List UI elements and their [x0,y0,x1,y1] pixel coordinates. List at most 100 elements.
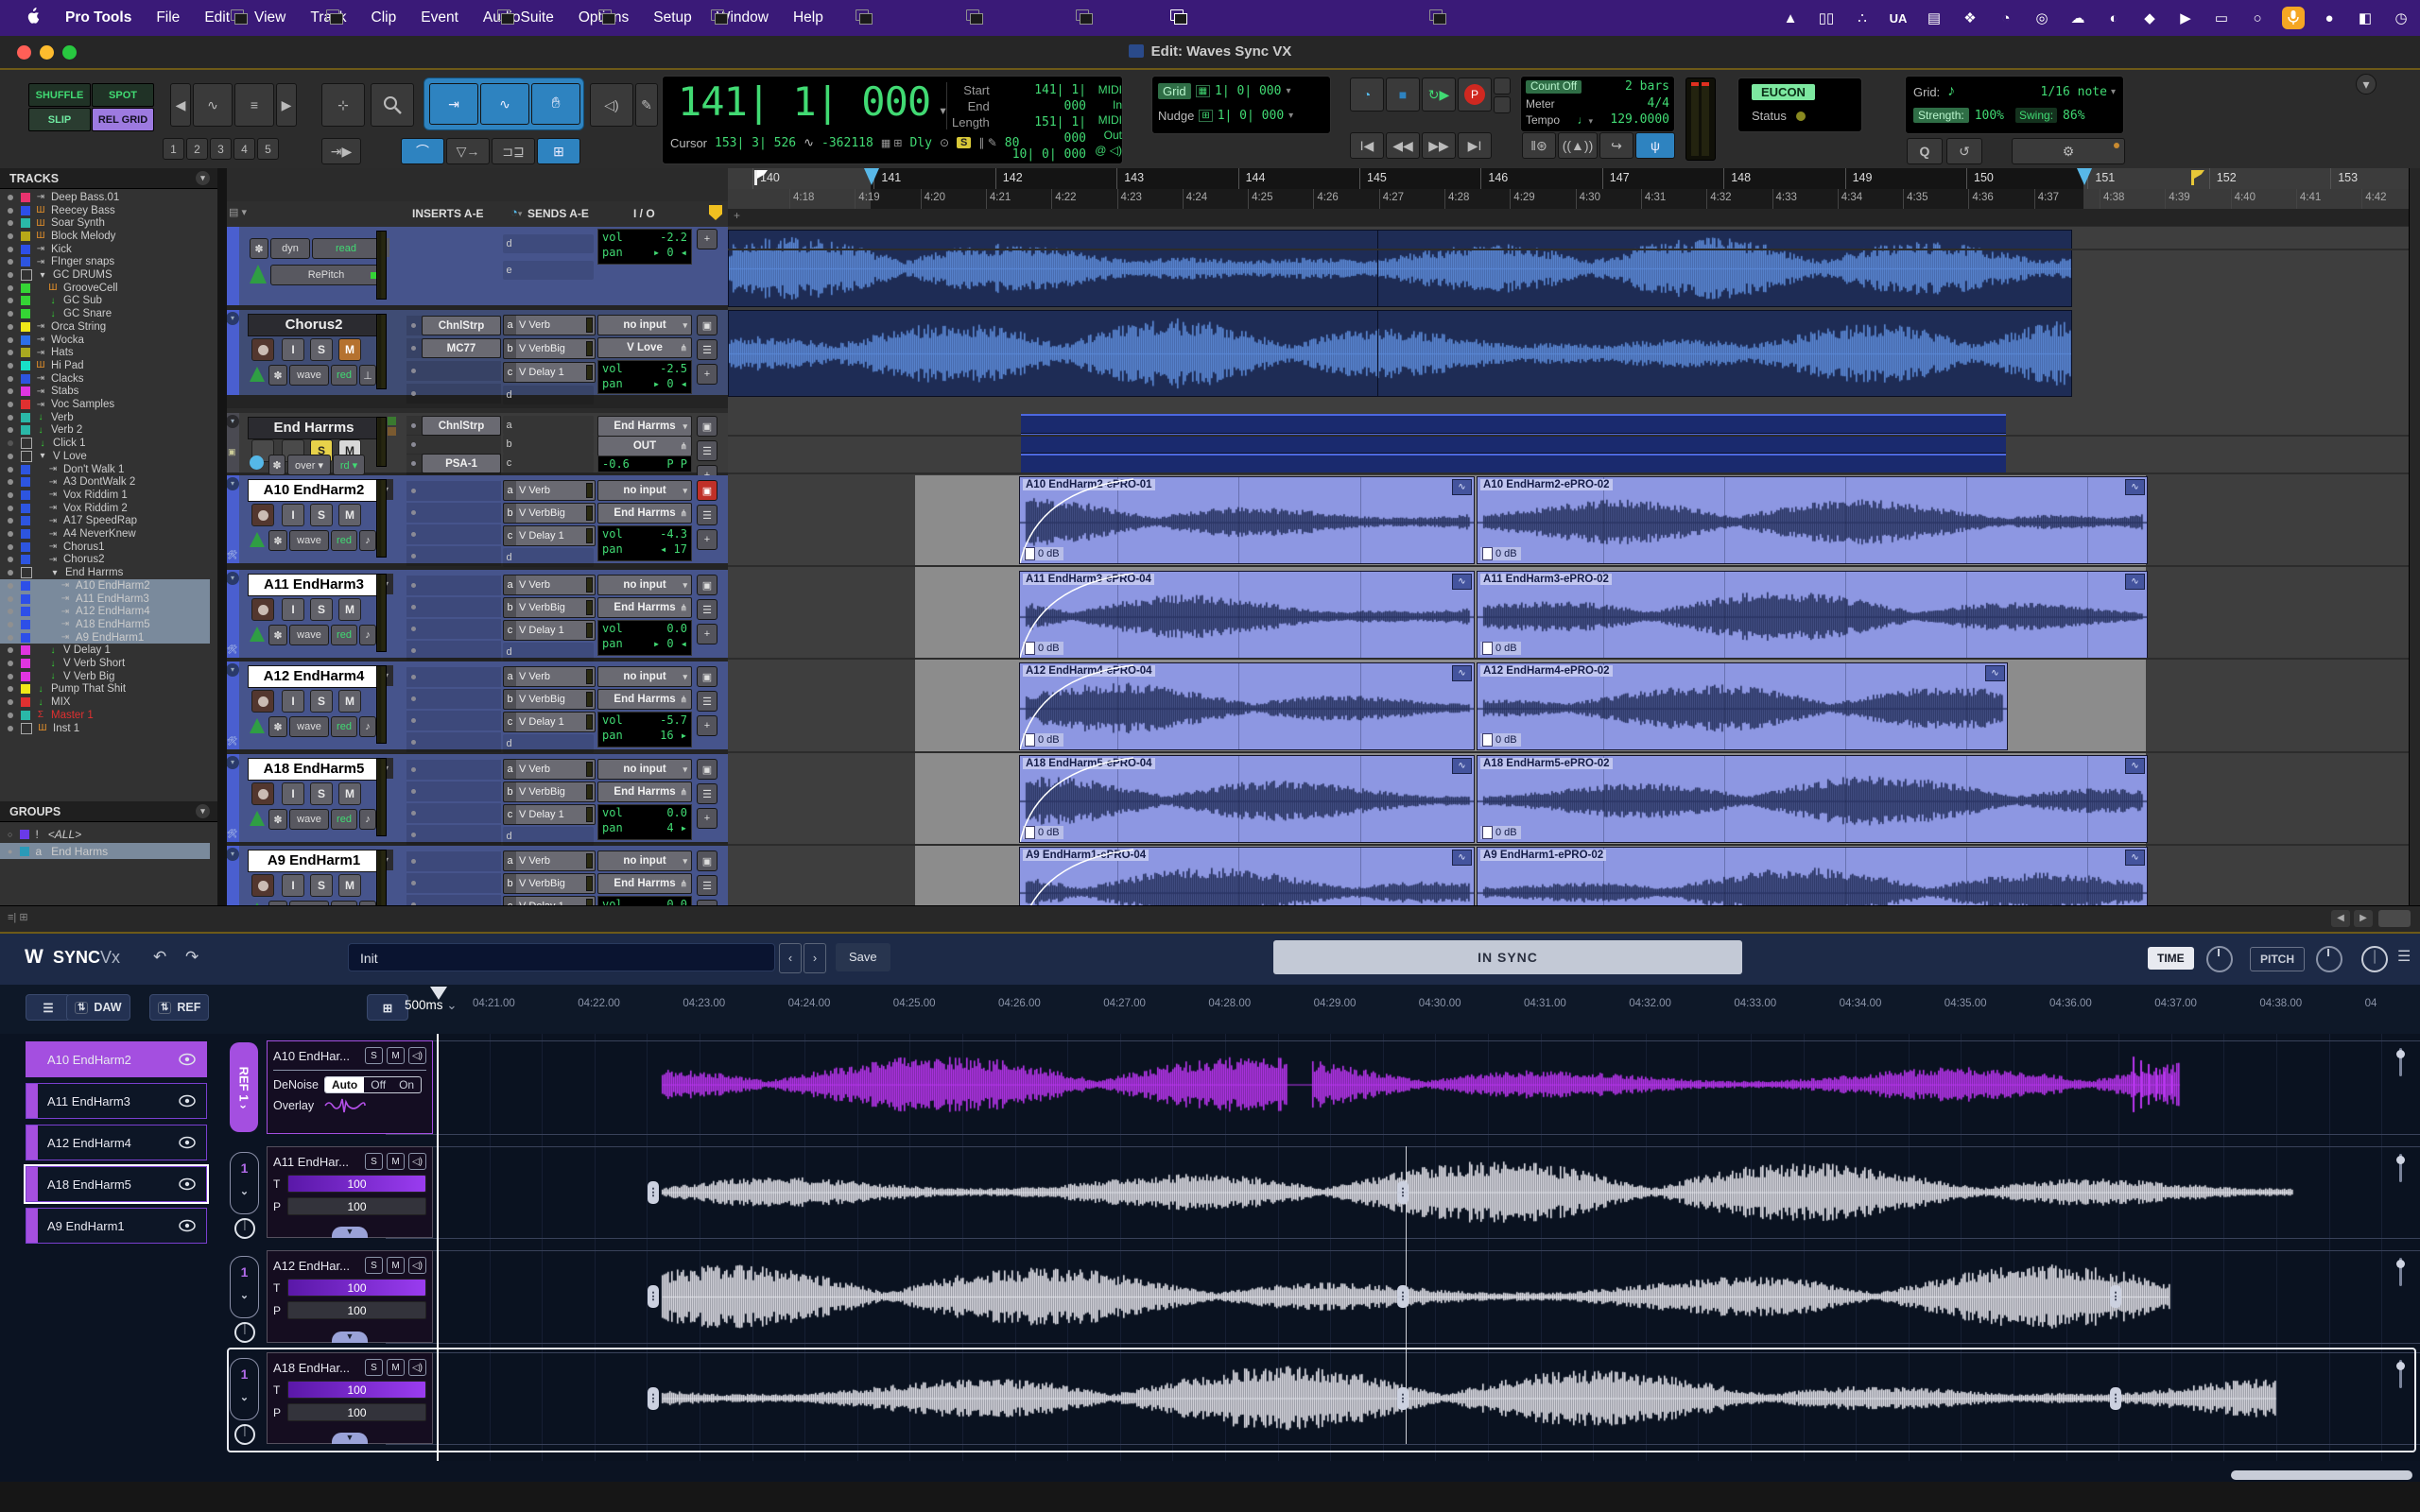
power-icon[interactable]: ⏐ [2361,946,2388,972]
sidebar-track-a9-endharm1[interactable]: ⇥A9 EndHarm1 [0,631,210,644]
input-selector[interactable]: no input▾ [597,315,692,335]
record-enable-button[interactable] [251,782,274,805]
strip-power-button[interactable]: ⏐ [234,1424,255,1445]
group-all[interactable]: ○!<ALL> [0,826,210,842]
automation-button[interactable]: ▣ [697,416,717,437]
send-c[interactable]: cV Delay 1 [503,712,596,732]
sidebar-track-master-1[interactable]: ΣMaster 1 [0,709,210,722]
apple-menu-icon[interactable] [26,8,41,28]
chip-✽[interactable]: ✽ [268,809,287,830]
clip-gain-badge[interactable]: 0 dB [1480,733,1521,747]
clip-a9-endharm1-epro-02[interactable]: A9 EndHarm1-ePRO-020 dB∿ [1477,847,2148,905]
quantize-undo-button[interactable]: ↺ [1946,138,1982,164]
control-center-icon[interactable]: ◧ [2354,7,2377,29]
chip-✽[interactable]: ✽ [268,716,287,737]
sync-anchor-handle[interactable]: ⋮ [648,1181,659,1204]
clip-a12-endharm4-epro-04[interactable]: A12 EndHarm4-ePRO-040 dB∿ [1019,662,1475,750]
elastic-audio-icon[interactable]: ∿ [2125,574,2145,590]
arrangement[interactable]: A10 EndHarm2-ePRO-010 dB∿A10 EndHarm2-eP… [728,227,2409,905]
elastic-audio-icon[interactable]: ∿ [2125,758,2145,774]
clip-a12-endharm4-epro-02[interactable]: A12 EndHarm4-ePRO-020 dB∿ [1477,662,2008,750]
elastic-audio-icon[interactable]: ∿ [2125,850,2145,866]
chip-wave[interactable]: wave [289,716,329,737]
pitch-slider[interactable]: 100 [287,1197,426,1215]
track-button-I[interactable]: I [282,874,304,897]
sidebar-track-finger-snaps[interactable]: ⇥FInger snaps [0,256,210,269]
automation-button[interactable]: ▣ [697,575,717,595]
send-a[interactable]: aV Verb [503,850,596,871]
automation-button[interactable]: ▣ [697,480,717,501]
ref-strip-a10[interactable]: A10 EndHar...SM◁)DeNoiseAutoOffOnOverlay [267,1040,433,1134]
record-enable-button[interactable] [251,690,274,713]
vol-pan-display[interactable]: vol-5.7pan16 ▸ [597,712,692,747]
sidebar-track-reecey-bass[interactable]: ШReecey Bass [0,204,210,217]
sidebar-track-end-harrms[interactable]: ▾End Harrms [0,566,210,579]
sidebar-track-a4-neverknew[interactable]: ⇥A4 NeverKnew [0,527,210,541]
sidebar-track-pump-that-shit[interactable]: ↓Pump That Shit [0,683,210,696]
track-button-M[interactable]: M [338,690,361,713]
send-b[interactable]: bV VerbBig [503,782,596,802]
add-button[interactable]: + [697,808,717,829]
output-selector[interactable]: End Harrms⋔ [597,597,692,618]
sidebar-track-chorus2[interactable]: ⇥Chorus2 [0,554,210,567]
chip-red[interactable]: red [331,365,357,386]
sidebar-track-kick[interactable]: ⇥Kick [0,243,210,256]
sidebar-track-verb[interactable]: ↓Verb [0,411,210,424]
sidebar-track-a3-dontwalk-2[interactable]: ⇥A3 DontWalk 2 [0,475,210,489]
trim-tool[interactable]: ⇥ [429,83,478,125]
clip-gain-badge[interactable]: 0 dB [1480,826,1521,839]
track-button-I[interactable]: I [282,338,304,361]
solo-button[interactable]: S [365,1047,383,1064]
grid-label[interactable]: Grid [1158,83,1191,99]
loop-play-button[interactable]: ↻▶ [1422,77,1456,112]
grid-value[interactable]: 1| 0| 000 [1215,84,1281,98]
row-level-slider[interactable] [2399,1154,2402,1182]
microphone-icon[interactable] [2282,7,2305,29]
syncvx-playhead-line[interactable] [437,1034,439,1461]
tempo-label[interactable]: Tempo [1526,113,1560,127]
keyboard-backlight-icon[interactable]: ▲ [1779,7,1802,29]
strip-a18-endhar-[interactable]: A18 EndHar...SM◁)T100P100▼ [267,1352,433,1444]
add-button[interactable]: + [697,529,717,550]
pitch-slider[interactable]: 100 [287,1301,426,1319]
sidebar-track-v-verb-short[interactable]: ↓V Verb Short [0,657,210,670]
output-selector[interactable]: End Harrms⋔ [597,782,692,802]
time-slider[interactable]: 100 [287,1279,426,1297]
menu-event[interactable]: Event [421,9,458,26]
sidebar-track-verb-2[interactable]: ↓Verb 2 [0,424,210,438]
daw-sort-button[interactable]: ⇅DAW [66,994,130,1021]
clip-gain-badge[interactable]: 0 dB [1480,547,1521,560]
go-to-end-button[interactable]: ▶I [1458,132,1492,159]
q-grid-value[interactable]: 1/16 note [2041,85,2107,99]
insert-PSA-1[interactable]: PSA-1 [406,454,501,473]
countoff-button[interactable]: ‖⊛ [1522,132,1556,159]
send-b[interactable]: bV VerbBig [503,597,596,618]
mute-button[interactable]: M [387,1257,405,1274]
chip-red[interactable]: red [331,530,357,551]
preset-prev-button[interactable]: ‹ [779,943,802,973]
clip-a9-endharm1-epro-04[interactable]: A9 EndHarm1-ePRO-040 dB∿ [1019,847,1475,905]
sidebar-track-chorus1[interactable]: ⇥Chorus1 [0,541,210,554]
preset-next-button[interactable]: › [804,943,826,973]
comments-button[interactable]: ☰ [697,505,717,525]
selector-tool[interactable]: ∿ [480,83,529,125]
insert-MC77[interactable]: MC77 [406,338,501,358]
syncvx-track-a10-endharm2[interactable]: A10 EndHarm2 [26,1041,207,1077]
timebase-icon[interactable] [250,532,265,547]
grid-snap-icon[interactable]: ⊞ [367,994,408,1021]
sidebar-track-hats[interactable]: ⇥Hats [0,346,210,359]
clip-a10-endharm2-epro-02[interactable]: A10 EndHarm2-ePRO-020 dB∿ [1477,476,2148,564]
vol-pan-display[interactable]: vol-2.5pan▸ 0 ◂ [597,360,692,394]
send-b[interactable]: bV VerbBig [503,338,596,359]
globe-icon[interactable]: ◐ [2102,7,2125,29]
track-button-I[interactable]: I [282,690,304,713]
send-c[interactable]: cV Delay 1 [503,896,596,905]
chip-wave[interactable]: wave [289,809,329,830]
zoom-in-button[interactable]: ▶ [276,83,297,127]
chip-✽[interactable]: ✽ [268,365,287,386]
sync-anchor-handle[interactable]: ⋮ [1397,1285,1409,1308]
sidebar-divider[interactable] [217,168,227,905]
mode-shuffle[interactable]: SHUFFLE [28,83,91,107]
comments-button[interactable]: ☰ [697,783,717,804]
elastic-audio-icon[interactable]: ∿ [1452,665,1472,681]
